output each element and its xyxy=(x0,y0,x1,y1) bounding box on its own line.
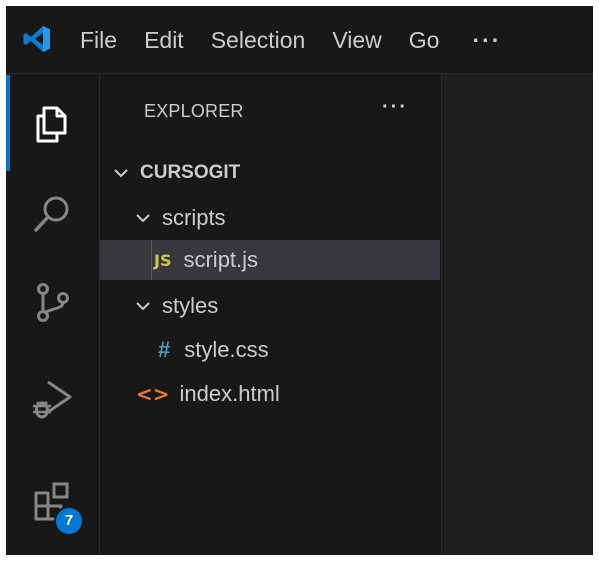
editor-area[interactable] xyxy=(442,74,593,555)
root-folder-label: CURSOGIT xyxy=(140,162,241,183)
tree-item-style-css[interactable]: # style.css xyxy=(100,330,440,370)
explorer-icon[interactable] xyxy=(28,100,76,148)
menu-view[interactable]: View xyxy=(332,27,381,54)
source-control-icon[interactable] xyxy=(28,278,76,326)
tree-item-label: script.js xyxy=(183,247,259,272)
menu-go[interactable]: Go xyxy=(409,27,440,54)
chevron-down-icon xyxy=(136,302,150,311)
tree-item-label: styles xyxy=(162,293,219,318)
vscode-logo-icon xyxy=(23,26,50,52)
js-file-icon: JS xyxy=(154,250,172,270)
root-folder-row[interactable]: CURSOGIT xyxy=(100,153,440,193)
active-indicator xyxy=(6,75,10,171)
chevron-down-icon xyxy=(114,169,128,178)
extensions-badge: 7 xyxy=(54,506,84,536)
tree-item-label: style.css xyxy=(184,337,269,362)
menu-more-button[interactable]: ··· xyxy=(472,27,501,54)
run-debug-icon[interactable] xyxy=(28,374,76,422)
activity-bar: 7 xyxy=(6,74,100,555)
indent-guide xyxy=(151,240,152,280)
tree-item-label: index.html xyxy=(179,381,280,406)
title-bar: File Edit Selection View Go ··· xyxy=(6,6,593,74)
tree-item-scripts[interactable]: scripts xyxy=(100,198,440,238)
tree-item-index-html[interactable]: <> index.html xyxy=(100,374,440,414)
menu-file[interactable]: File xyxy=(80,27,117,54)
menu-selection[interactable]: Selection xyxy=(211,27,306,54)
html-file-icon: <> xyxy=(136,382,170,406)
explorer-more-button[interactable]: ··· xyxy=(382,96,408,119)
tree-item-label: scripts xyxy=(162,205,226,230)
menu-bar: File Edit Selection View Go ··· xyxy=(80,6,528,74)
explorer-title: EXPLORER xyxy=(144,101,244,121)
menu-edit[interactable]: Edit xyxy=(144,27,184,54)
explorer-sidebar: EXPLORER ··· CURSOGIT scripts JS script.… xyxy=(100,74,442,555)
search-icon[interactable] xyxy=(28,190,76,238)
chevron-down-icon xyxy=(136,214,150,223)
tree-item-styles[interactable]: styles xyxy=(100,286,440,326)
css-file-icon: # xyxy=(158,337,171,362)
vscode-window: File Edit Selection View Go ··· 7 EXPLOR… xyxy=(6,6,593,555)
